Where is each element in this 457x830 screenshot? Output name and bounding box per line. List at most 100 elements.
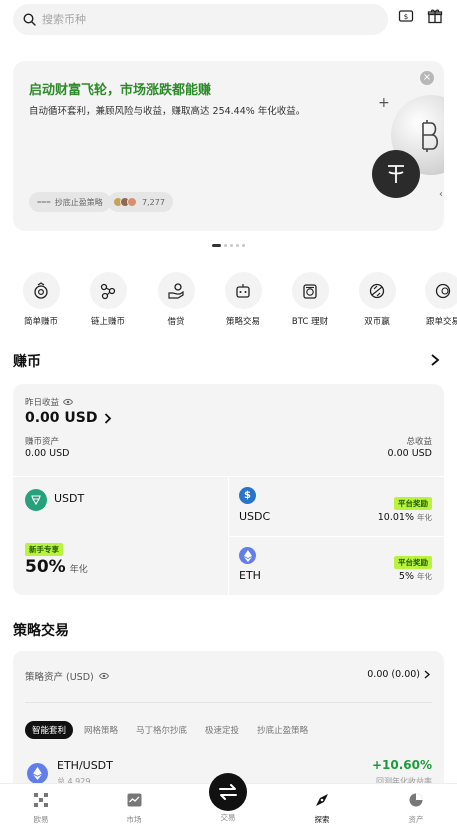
banner-close-button[interactable]: × (420, 71, 434, 85)
chevron-right-icon (104, 412, 111, 424)
bottom-tab-bar: 欧易 市场 交易 探索 资产 (0, 773, 457, 830)
compass-icon (316, 794, 328, 806)
pie-chart-icon (409, 793, 423, 807)
shortcut-loan[interactable]: 借贷 (146, 272, 206, 327)
tab-smart-arbitrage[interactable]: 智能套利 (25, 721, 74, 739)
tab-market[interactable]: 市场 (109, 792, 159, 825)
ethereum-symbol-icon (33, 767, 42, 780)
tether-symbol-icon (388, 165, 404, 183)
eye-icon[interactable] (98, 672, 109, 680)
search-bar[interactable] (13, 4, 388, 35)
eth-apy-unit: 年化 (417, 572, 432, 581)
tab-buy-low-take-profit[interactable]: 抄底止盈策略 (250, 721, 315, 739)
strategy-section-title: 策略交易 (13, 623, 69, 639)
shortcut-label: 链上赚币 (90, 317, 125, 327)
usdt-name: USDT (54, 492, 85, 505)
eth-coin-icon (27, 763, 48, 784)
search-icon (23, 13, 36, 26)
earn-assets-label: 赚币资产 (25, 437, 60, 447)
usdt-apy: 50% (25, 557, 66, 577)
strategy-assets-row[interactable]: 0.00 (0.00) (367, 669, 430, 680)
tab-grid-strategy[interactable]: 网格策略 (77, 721, 125, 739)
market-chart-icon (127, 793, 141, 807)
shortcut-icon-circle (22, 272, 60, 309)
eth-name: ETH (239, 569, 261, 582)
tab-explore[interactable]: 探索 (297, 792, 347, 825)
shortcut-onchain-earn[interactable]: 链上赚币 (78, 272, 138, 327)
plus-icon: + (378, 95, 390, 111)
shortcut-row: 简单赚币 链上赚币 借贷 策略交易 BTC 理财 双币赢 跟单交易 (0, 272, 457, 328)
btc-symbol-icon (422, 120, 439, 152)
usdc-apy-row: 10.01% 年化 (378, 512, 432, 523)
carousel-dot (236, 244, 239, 247)
usdt-coin-illustration (372, 150, 420, 198)
ethereum-symbol-icon (243, 549, 252, 562)
strategy-assets-label-row: 策略资产 (USD) (25, 669, 109, 683)
shortcut-simple-earn[interactable]: 简单赚币 (11, 272, 71, 327)
gift-icon[interactable] (427, 8, 443, 24)
shortcut-strategy-trading[interactable]: 策略交易 (213, 272, 273, 327)
shortcut-label: 双币赢 (364, 317, 390, 327)
tab-fast-dca[interactable]: 极速定投 (198, 721, 246, 739)
earn-product-eth[interactable]: ETH 平台奖励 5% 年化 (229, 537, 444, 595)
tab-label: 市场 (126, 815, 142, 824)
eye-icon[interactable] (63, 398, 74, 406)
usdc-coin-icon: $ (239, 487, 256, 504)
usdc-name: USDC (239, 510, 271, 523)
banner-user-count: 7,277 (142, 197, 165, 207)
btc-wallet-icon (303, 283, 317, 299)
tab-trade[interactable]: 交易 (203, 809, 253, 823)
shortcut-dual-investment[interactable]: 双币赢 (347, 272, 407, 327)
shortcut-btc-finance[interactable]: BTC 理财 (280, 272, 340, 327)
usdt-coin-icon (25, 489, 47, 511)
tab-okx[interactable]: 欧易 (16, 792, 66, 825)
carousel-dot-active (212, 244, 221, 247)
shortcut-icon-circle (157, 272, 195, 309)
banner-next-chevron-icon[interactable]: ‹ (439, 189, 443, 200)
tab-martingale[interactable]: 马丁格尔抄底 (129, 721, 194, 739)
tab-label: 资产 (408, 815, 424, 824)
earn-assets-value: 0.00 USD (25, 448, 70, 459)
shortcut-label: 策略交易 (225, 317, 260, 327)
copy-trade-icon (435, 283, 451, 298)
user-avatars (113, 197, 137, 207)
carousel-dot (242, 244, 245, 247)
svg-text:$: $ (404, 13, 408, 21)
tab-label: 交易 (220, 813, 236, 822)
trade-button[interactable] (209, 773, 247, 811)
earn-more-chevron-icon[interactable] (430, 354, 440, 366)
usdc-apy: 10.01% (377, 512, 414, 523)
earn-product-usdt[interactable]: USDT 新手专享 50% 年化 (13, 477, 228, 595)
eth-apy-row: 5% 年化 (399, 571, 432, 582)
platform-reward-tag: 平台奖励 (394, 556, 432, 569)
yesterday-earnings-row[interactable]: 0.00 USD (25, 410, 112, 426)
tether-symbol-icon (31, 495, 41, 506)
yesterday-earnings-label: 昨日收益 (25, 398, 60, 408)
banner-title: 启动财富飞轮，市场涨跌都能赚 (29, 83, 212, 98)
scan-icon[interactable]: $ (398, 8, 414, 24)
chevron-right-icon (424, 670, 430, 679)
shortcut-label: 跟单交易 (425, 317, 457, 327)
banner-users-pill: 7,277 (108, 192, 173, 212)
carousel-indicator (212, 244, 245, 247)
tab-assets[interactable]: 资产 (391, 792, 441, 825)
trade-swap-icon (219, 784, 237, 800)
shortcut-label: 借贷 (167, 317, 185, 327)
search-input[interactable] (42, 13, 342, 26)
strategy-tabs: 智能套利 网格策略 马丁格尔抄底 极速定投 抄底止盈策略 (25, 721, 315, 739)
banner-strategy-pill[interactable]: ⩶ 抄底止盈策略 (29, 192, 111, 212)
shortcut-icon-circle (224, 272, 262, 309)
total-earnings-value: 0.00 USD (387, 448, 432, 459)
yesterday-earnings-label-row: 昨日收益 (25, 396, 74, 408)
tab-label: 探索 (314, 815, 330, 824)
strategy-return: +10.60% (371, 758, 432, 772)
banner-strategy-label: 抄底止盈策略 (54, 197, 103, 207)
loan-hand-icon (168, 282, 184, 299)
shortcut-copy-trading[interactable]: 跟单交易 (413, 272, 457, 327)
earn-section-title: 赚币 (13, 354, 41, 370)
promo-banner[interactable]: 启动财富飞轮，市场涨跌都能赚 自动循环套利，兼顾风险与收益，赚取高达 254.4… (13, 61, 444, 231)
total-earnings-label: 总收益 (406, 437, 432, 447)
earn-product-usdc[interactable]: $ USDC 平台奖励 10.01% 年化 (229, 477, 444, 536)
search-row (13, 4, 444, 35)
shortcut-icon-circle (424, 272, 457, 309)
